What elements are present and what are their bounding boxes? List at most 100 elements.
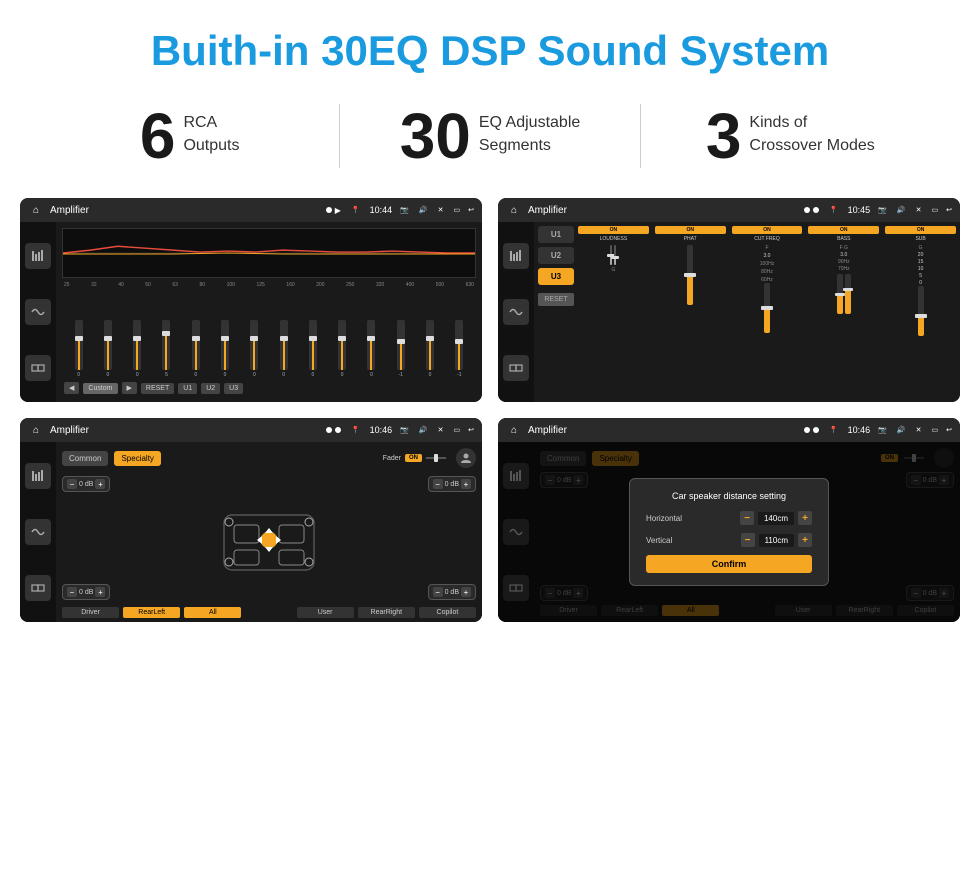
eq-reset-btn[interactable]: RESET	[141, 383, 174, 394]
stats-row: 6 RCA Outputs 30 EQ Adjustable Segments …	[0, 94, 980, 188]
home-icon: ⌂	[28, 202, 44, 218]
xo-status-icons	[804, 207, 819, 213]
xo-loudness-on: ON	[578, 226, 649, 234]
fader-rearright-btn[interactable]: RearRight	[358, 607, 415, 618]
eq-slider-2: 0	[133, 320, 141, 378]
xo-bass-label: BASS	[837, 236, 850, 242]
dialog-horizontal-plus[interactable]: +	[798, 511, 812, 525]
fader-sidebar-btn-1[interactable]	[25, 463, 51, 489]
fader-vol-bl-plus[interactable]: +	[95, 587, 105, 597]
xo-sub-label: SUB	[915, 236, 925, 242]
eq-slider-1: 0	[104, 320, 112, 378]
fader-sidebar-btn-2[interactable]	[25, 519, 51, 545]
dialog-vertical-plus[interactable]: +	[798, 533, 812, 547]
fader-dot-2	[335, 427, 341, 433]
dialog-horizontal-label: Horizontal	[646, 514, 682, 523]
fader-vol-tl-plus[interactable]: +	[95, 479, 105, 489]
dialog-title: Car speaker distance setting	[646, 491, 812, 501]
xo-sidebar-btn-2[interactable]	[503, 299, 529, 325]
dialog-dot-1	[804, 427, 810, 433]
fader-copilot-btn[interactable]: Copilot	[419, 607, 476, 618]
eq-sidebar-btn-1[interactable]	[25, 243, 51, 269]
xo-sidebar-btn-1[interactable]	[503, 243, 529, 269]
eq-sidebar-btn-3[interactable]	[25, 355, 51, 381]
fader-all-btn[interactable]: All	[184, 607, 241, 618]
xo-presets: U1 U2 U3 RESET	[538, 226, 574, 398]
xo-loudness-label: LOUDNESS	[600, 236, 628, 242]
eq-custom-btn[interactable]: Custom	[83, 383, 117, 394]
fader-vol-br-plus[interactable]: +	[461, 587, 471, 597]
fader-user-icon[interactable]	[456, 448, 476, 468]
eq-slider-8: 0	[309, 320, 317, 378]
fader-driver-btn[interactable]: Driver	[62, 607, 119, 618]
fader-specialty-tab[interactable]: Specialty	[114, 451, 160, 466]
fader-vol-bl-minus[interactable]: −	[67, 587, 77, 597]
eq-sidebar-btn-2[interactable]	[25, 299, 51, 325]
eq-u1-btn[interactable]: U1	[178, 383, 197, 394]
eq-prev-btn[interactable]: ◀	[64, 382, 79, 394]
eq-slider-12: 0	[426, 320, 434, 378]
fader-vol-tr-minus[interactable]: −	[433, 479, 443, 489]
stat-crossover-desc: Kinds of Crossover Modes	[749, 104, 874, 157]
dialog-vertical-row: Vertical − 110cm +	[646, 533, 812, 547]
dialog-horizontal-ctrl: − 140cm +	[740, 511, 812, 525]
xo-left-sidebar	[498, 222, 534, 402]
dialog-confirm-button[interactable]: Confirm	[646, 555, 812, 573]
fader-bottom-btns: Driver RearLeft All User RearRight Copil…	[62, 607, 476, 618]
eq-slider-10: 0	[367, 320, 375, 378]
xo-reset-btn[interactable]: RESET	[538, 293, 574, 306]
dot-icon	[326, 207, 332, 213]
fader-main-area: Common Specialty Fader ON	[56, 442, 482, 622]
eq-slider-13: -1	[455, 320, 463, 378]
xo-dot-icon-2	[813, 207, 819, 213]
fader-status-bar: ⌂ Amplifier 📍 10:46 📷 🔊 ✕ ▭ ↩	[20, 418, 482, 442]
fader-vol-tr-ctrl: − 0 dB +	[428, 476, 476, 492]
fader-screen-content: Common Specialty Fader ON	[20, 442, 482, 622]
xo-cutfreq-on: ON	[732, 226, 803, 234]
eq-status-time: 10:44	[370, 205, 393, 215]
dialog-vertical-ctrl: − 110cm +	[741, 533, 812, 547]
dialog-vertical-minus[interactable]: −	[741, 533, 755, 547]
eq-slider-0: 0	[75, 320, 83, 378]
fader-rearleft-btn[interactable]: RearLeft	[123, 607, 180, 618]
dialog-status-icons	[804, 427, 819, 433]
fader-on-badge: ON	[405, 454, 422, 462]
xo-channels: ON LOUDNESS G	[578, 226, 956, 398]
eq-slider-5: 0	[221, 320, 229, 378]
xo-status-bar: ⌂ Amplifier 📍 10:45 📷 🔊 ✕ ▭ ↩	[498, 198, 960, 222]
eq-u2-btn[interactable]: U2	[201, 383, 220, 394]
eq-slider-7: 0	[280, 320, 288, 378]
page-title: Buith-in 30EQ DSP Sound System	[0, 0, 980, 94]
fader-top-row: Common Specialty Fader ON	[62, 448, 476, 468]
xo-sidebar-btn-3[interactable]	[503, 355, 529, 381]
stat-eq: 30 EQ Adjustable Segments	[339, 104, 639, 168]
dialog-vertical-label: Vertical	[646, 536, 672, 545]
stat-eq-desc: EQ Adjustable Segments	[479, 104, 580, 157]
fader-label: Fader	[383, 455, 401, 462]
xo-u2-btn[interactable]: U2	[538, 247, 574, 264]
eq-sliders-row: 0 0 0	[62, 291, 476, 378]
xo-home-icon: ⌂	[506, 202, 522, 218]
eq-main-area: 25 32 40 50 63 80 100 125 160 200 250 32…	[56, 222, 482, 402]
stat-rca-number: 6	[140, 104, 176, 168]
xo-ch-sub: ON SUB G 20 15 10 5 0	[885, 226, 956, 398]
stat-rca-desc: RCA Outputs	[183, 104, 239, 157]
dialog-vertical-value: 110cm	[759, 534, 794, 547]
dialog-horizontal-minus[interactable]: −	[740, 511, 754, 525]
fader-slider-icon	[426, 454, 446, 462]
car-svg	[204, 500, 334, 580]
fader-user-btn[interactable]: User	[297, 607, 354, 618]
stat-crossover: 3 Kinds of Crossover Modes	[640, 104, 940, 168]
fader-status-icons	[326, 427, 341, 433]
fader-vol-tr-plus[interactable]: +	[461, 479, 471, 489]
screenshots-grid: ⌂ Amplifier ▶ 📍 10:44 📷 🔊 ✕ ▭ ↩	[0, 188, 980, 642]
eq-u3-btn[interactable]: U3	[224, 383, 243, 394]
dialog-screen-content: Common Specialty ON − 0 dB +	[498, 442, 960, 622]
fader-common-tab[interactable]: Common	[62, 451, 108, 466]
fader-sidebar-btn-3[interactable]	[25, 575, 51, 601]
xo-u1-btn[interactable]: U1	[538, 226, 574, 243]
xo-u3-btn[interactable]: U3	[538, 268, 574, 285]
fader-vol-tl-minus[interactable]: −	[67, 479, 77, 489]
fader-vol-br-minus[interactable]: −	[433, 587, 443, 597]
eq-play-btn[interactable]: ▶	[122, 382, 137, 394]
